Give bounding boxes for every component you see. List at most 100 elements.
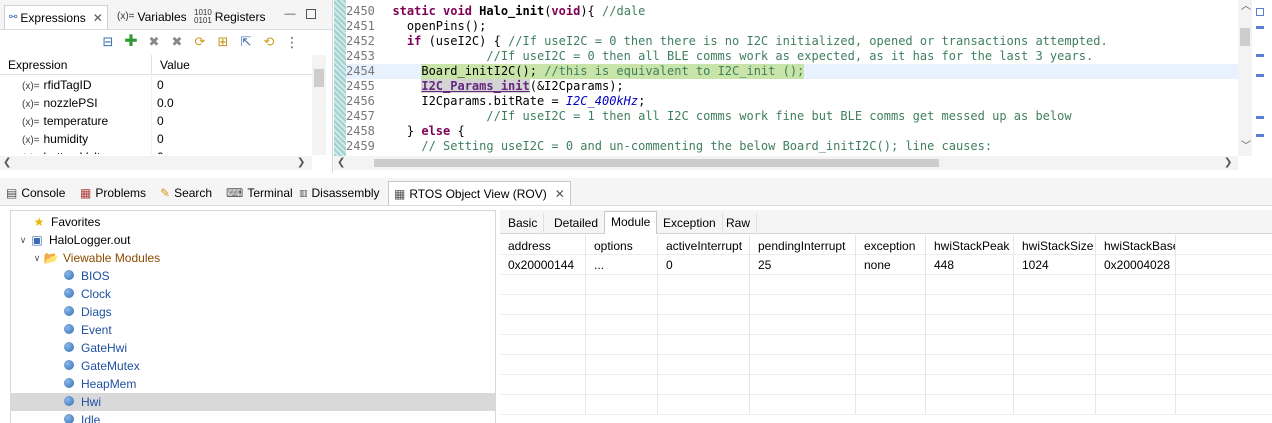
table-row-empty bbox=[500, 395, 1272, 415]
rov-module-tree[interactable]: ★ Favorites ∨ ▣ HaloLogger.out ∨ 📂 Viewa… bbox=[10, 210, 496, 423]
tree-item-module[interactable]: GateHwi bbox=[11, 339, 495, 357]
tab-expressions[interactable]: ⚯ Expressions ✕ bbox=[4, 5, 108, 29]
code-line[interactable]: 2453 //If useI2C = 0 then all BLE comms … bbox=[346, 49, 1241, 64]
tab-rov[interactable]: ▦ RTOS Object View (ROV) ✕ bbox=[388, 181, 571, 205]
tree-item-viewable-modules[interactable]: ∨ 📂 Viewable Modules bbox=[11, 249, 495, 267]
tab-exception[interactable]: Exception bbox=[657, 213, 723, 234]
tree-item-favorites[interactable]: ★ Favorites bbox=[11, 213, 495, 231]
table-row[interactable]: 0x20000144 ... 0 25 none 448 1024 0x2000… bbox=[500, 255, 1272, 275]
tree-item-module[interactable]: Diags bbox=[11, 303, 495, 321]
code-line[interactable]: 2456 I2Cparams.bitRate = I2C_400kHz; bbox=[346, 94, 1241, 109]
expression-row[interactable]: (x)= nozzlePSI 0.0 bbox=[0, 94, 312, 112]
tree-item-module[interactable]: Event bbox=[11, 321, 495, 339]
new-watch-icon[interactable]: ⊞ bbox=[215, 34, 231, 50]
expressions-vertical-scrollbar[interactable] bbox=[312, 55, 326, 155]
column-expression[interactable]: Expression bbox=[0, 55, 152, 74]
chevron-left-icon[interactable]: ❮ bbox=[3, 156, 11, 170]
column-header[interactable]: activeInterrupt bbox=[658, 235, 750, 257]
expression-row[interactable]: (x)= batteryVolt 0 bbox=[0, 148, 312, 154]
remove-icon[interactable]: ✖ bbox=[146, 34, 162, 50]
code-line[interactable]: 2450 static void Halo_init(void){ //dale bbox=[346, 4, 1241, 19]
scrollbar-thumb[interactable] bbox=[374, 159, 939, 167]
column-header[interactable]: hwiStackBase bbox=[1096, 235, 1176, 257]
continuous-refresh-icon[interactable]: ⟲ bbox=[261, 34, 277, 50]
chevron-up-icon[interactable]: ︿ bbox=[1241, 0, 1251, 14]
code-line-current[interactable]: 2454 Board_initI2C(); //this is equivale… bbox=[346, 64, 1241, 79]
code-line[interactable]: 2457 //If useI2C = 1 then all I2C comms … bbox=[346, 109, 1241, 124]
close-icon[interactable]: ✕ bbox=[555, 182, 565, 206]
tab-raw[interactable]: Raw bbox=[720, 213, 758, 234]
chevron-down-icon[interactable]: ﹀ bbox=[1241, 140, 1251, 154]
chevron-down-icon[interactable]: ∨ bbox=[31, 249, 43, 267]
minimize-icon[interactable]: — bbox=[284, 8, 296, 20]
tab-basic[interactable]: Basic bbox=[502, 213, 545, 234]
column-header[interactable]: hwiStackSize bbox=[1014, 235, 1096, 257]
expression-row[interactable]: (x)= temperature 0 bbox=[0, 112, 312, 130]
column-header[interactable]: options bbox=[586, 235, 658, 257]
tree-item-module[interactable]: GateMutex bbox=[11, 357, 495, 375]
tab-label: Terminal bbox=[247, 186, 293, 200]
tree-item-program[interactable]: ∨ ▣ HaloLogger.out bbox=[11, 231, 495, 249]
overview-marker[interactable] bbox=[1256, 54, 1264, 57]
code-line[interactable]: 2455 I2C_Params_init(&I2Cparams); bbox=[346, 79, 1241, 94]
chevron-left-icon[interactable]: ❮ bbox=[337, 156, 345, 170]
tree-item-module[interactable]: HeapMem bbox=[11, 375, 495, 393]
editor-vertical-scrollbar[interactable]: ︿ ﹀ bbox=[1238, 0, 1252, 156]
code-editor[interactable]: 2450 static void Halo_init(void){ //dale… bbox=[334, 0, 1272, 173]
export-icon[interactable]: ⇱ bbox=[238, 34, 254, 50]
add-expression-icon[interactable]: ✚ bbox=[123, 34, 139, 50]
chevron-right-icon[interactable]: ❯ bbox=[1224, 156, 1232, 170]
tree-item-module-selected[interactable]: Hwi bbox=[11, 393, 495, 411]
column-value[interactable]: Value bbox=[152, 55, 190, 74]
remove-all-icon[interactable]: ✖ bbox=[169, 34, 185, 50]
table-cell: none bbox=[856, 255, 926, 274]
refresh-icon[interactable]: ⟳ bbox=[192, 34, 208, 50]
close-icon[interactable]: ✕ bbox=[93, 6, 103, 30]
column-header[interactable]: exception bbox=[856, 235, 926, 257]
expression-value: 0 bbox=[157, 132, 164, 146]
editor-horizontal-scrollbar[interactable]: ❮ ❯ bbox=[334, 156, 1238, 170]
expressions-horizontal-scrollbar[interactable]: ❮ ❯ bbox=[0, 156, 312, 170]
tab-problems[interactable]: ▦ Problems bbox=[80, 181, 146, 205]
tab-terminal[interactable]: ⌨ Terminal bbox=[226, 181, 293, 205]
overview-marker[interactable] bbox=[1256, 8, 1264, 16]
line-number: 2451 bbox=[346, 19, 375, 33]
code-line[interactable]: 2452 if (useI2C) { //If useI2C = 0 then … bbox=[346, 34, 1241, 49]
rov-icon: ▦ bbox=[394, 186, 406, 201]
tab-module[interactable]: Module bbox=[604, 211, 658, 234]
overview-marker[interactable] bbox=[1256, 26, 1264, 29]
tab-detailed[interactable]: Detailed bbox=[548, 213, 606, 234]
tab-disassembly[interactable]: ▥ Disassembly bbox=[299, 181, 380, 205]
expression-row[interactable]: (x)= rfidTagID 0 bbox=[0, 76, 312, 94]
tab-console[interactable]: ▤ Console bbox=[6, 181, 65, 205]
chevron-right-icon[interactable]: ❯ bbox=[297, 156, 305, 170]
chevron-down-icon[interactable]: ∨ bbox=[17, 231, 29, 249]
expression-row[interactable]: (x)= humidity 0 bbox=[0, 130, 312, 148]
overview-marker[interactable] bbox=[1256, 74, 1264, 77]
code-line[interactable]: 2458 } else { bbox=[346, 124, 1241, 139]
column-header[interactable]: address bbox=[500, 235, 586, 257]
code-token: //If useI2C = 1 then all I2C comms work … bbox=[392, 109, 1072, 123]
view-menu-icon[interactable]: ⋮ bbox=[284, 34, 300, 50]
maximize-icon[interactable] bbox=[306, 9, 316, 19]
collapse-all-icon[interactable]: ⊟ bbox=[100, 34, 116, 50]
code-line[interactable]: 2451 openPins(); bbox=[346, 19, 1241, 34]
tab-registers[interactable]: 1010 0101 Registers bbox=[194, 5, 265, 29]
variable-icon: (x)= bbox=[22, 81, 40, 92]
line-number: 2457 bbox=[346, 109, 375, 123]
column-header[interactable]: hwiStackPeak bbox=[926, 235, 1014, 257]
code-line[interactable]: 2459 // Setting useI2C = 0 and un-commen… bbox=[346, 139, 1241, 154]
tab-variables[interactable]: (x)= Variables bbox=[117, 5, 187, 29]
tree-item-module[interactable]: Clock bbox=[11, 285, 495, 303]
tree-item-module[interactable]: BIOS bbox=[11, 267, 495, 285]
overview-marker[interactable] bbox=[1256, 134, 1264, 137]
tree-item-module[interactable]: Idle bbox=[11, 411, 495, 423]
overview-marker[interactable] bbox=[1256, 116, 1264, 119]
column-header[interactable]: pendingInterrupt bbox=[750, 235, 856, 257]
tab-search[interactable]: ✎ Search bbox=[160, 181, 212, 205]
scrollbar-thumb[interactable] bbox=[1240, 28, 1250, 46]
tab-registers-label: Registers bbox=[214, 10, 266, 24]
overview-ruler[interactable] bbox=[1254, 4, 1266, 154]
code-lines[interactable]: 2450 static void Halo_init(void){ //dale… bbox=[346, 4, 1241, 154]
scrollbar-thumb[interactable] bbox=[314, 69, 324, 87]
